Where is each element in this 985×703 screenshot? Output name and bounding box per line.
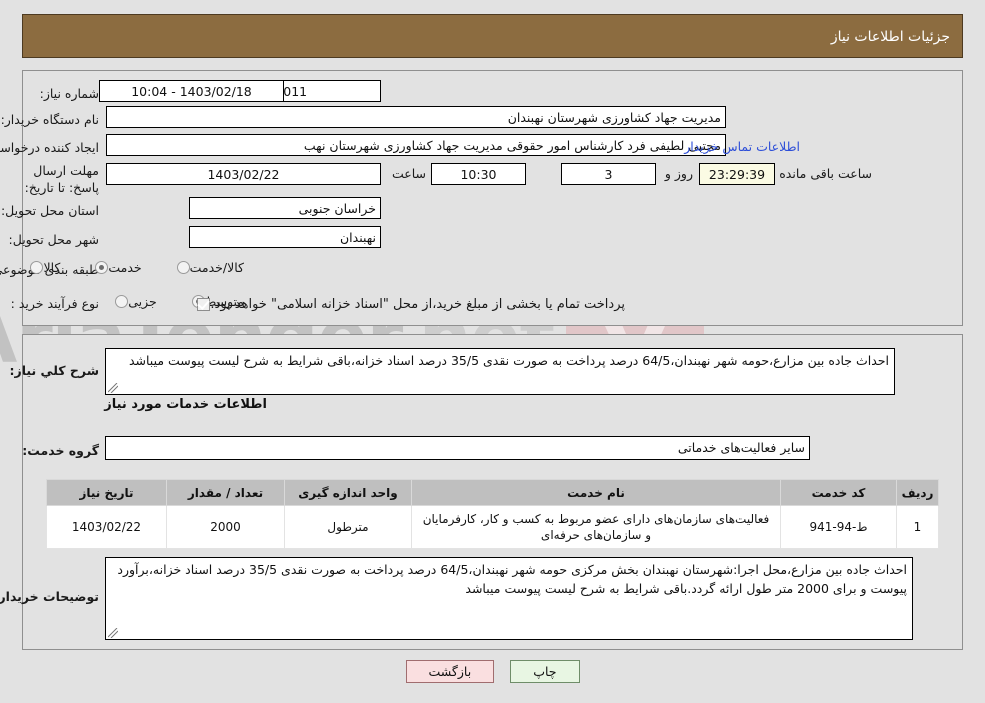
remaining-time-label: ساعت باقی مانده <box>779 166 872 181</box>
category-option-0[interactable]: کالا <box>30 260 67 275</box>
city-label: شهر محل تحویل: <box>8 232 99 247</box>
buyer-contact-link[interactable]: اطلاعات تماس خریدار <box>684 138 800 156</box>
deadline-hour-field: 10:30 <box>431 163 526 185</box>
buyer-org-field: مدیریت جهاد کشاورزی شهرستان نهبندان <box>106 106 726 128</box>
category-option-1[interactable]: خدمت <box>95 260 148 275</box>
resize-grip-icon[interactable] <box>108 628 118 638</box>
cell-unit: مترطول <box>284 505 412 549</box>
th-name: نام خدمت <box>411 479 781 506</box>
category-radio-2[interactable] <box>176 261 190 274</box>
process-label: نوع فرآیند خرید : <box>10 296 99 311</box>
print-button[interactable]: چاپ <box>510 660 580 683</box>
deadline-label: مهلت ارسال پاسخ: تا تاریخ: <box>24 163 99 195</box>
remaining-days-field: 3 <box>561 163 656 185</box>
requester-label: ایجاد کننده درخواست: <box>0 140 99 155</box>
action-button-bar: بازگشت چاپ <box>0 660 985 683</box>
resize-grip-icon[interactable] <box>108 383 118 393</box>
cell-code: ط-94-941 <box>780 505 897 549</box>
cell-name: فعالیت‌های سازمان‌های دارای عضو مربوط به… <box>411 505 781 549</box>
category-option-2[interactable]: کالا/خدمت <box>176 260 251 275</box>
page-root: AriaTender.net جزئیات اطلاعات نیاز شماره… <box>0 0 985 703</box>
buyer-notes-textarea[interactable]: احداث جاده بین مزارع،محل اجرا:شهرستان نه… <box>105 557 913 640</box>
th-code: کد خدمت <box>780 479 897 506</box>
deadline-hour-label: ساعت <box>391 166 426 181</box>
deadline-date-field: 1403/02/22 <box>106 163 381 185</box>
summary-label: شرح کلي نیاز: <box>9 363 99 378</box>
remaining-time-field: 23:29:39 <box>699 163 775 185</box>
category-label-2: کالا/خدمت <box>189 260 244 275</box>
service-group-label: گروه خدمت: <box>22 443 99 458</box>
process-label-0: جزیی <box>128 294 157 309</box>
cell-date: 1403/02/22 <box>46 505 167 549</box>
th-date: تاریخ نیاز <box>46 479 167 506</box>
category-radio-1[interactable] <box>95 261 109 274</box>
treasury-note-text: پرداخت تمام یا بخشی از مبلغ خرید،از محل … <box>210 297 625 312</box>
city-field: نهبندان <box>189 226 381 248</box>
cell-index: 1 <box>896 505 939 549</box>
back-button[interactable]: بازگشت <box>405 660 495 683</box>
province-field: خراسان جنوبی <box>189 197 381 219</box>
service-group-field: سایر فعالیت‌های خدماتی <box>105 436 810 460</box>
announce-datetime-field: 1403/02/18 - 10:04 <box>99 80 284 102</box>
process-radio-0[interactable] <box>115 295 129 308</box>
cell-quantity: 2000 <box>166 505 285 549</box>
table-row: 1 ط-94-941 فعالیت‌های سازمان‌های دارای ع… <box>46 505 939 549</box>
category-label-0: کالا <box>43 260 61 275</box>
table-header-row: ردیف کد خدمت نام خدمت واحد اندازه گیری ت… <box>46 479 939 506</box>
buyer-org-label: نام دستگاه خریدار: <box>0 112 99 127</box>
treasury-checkbox[interactable] <box>197 298 211 311</box>
th-index: ردیف <box>896 479 939 506</box>
summary-text: احداث جاده بین مزارع،حومه شهر نهبندان،64… <box>128 353 889 368</box>
page-title: جزئیات اطلاعات نیاز <box>830 29 950 45</box>
summary-textarea[interactable]: احداث جاده بین مزارع،حومه شهر نهبندان،64… <box>105 348 895 395</box>
buyer-notes-text: احداث جاده بین مزارع،محل اجرا:شهرستان نه… <box>117 562 907 596</box>
th-quantity: تعداد / مقدار <box>166 479 285 506</box>
remaining-days-label: روز و <box>664 166 693 181</box>
requester-field: مجتبی لطیفی فرد کارشناس امور حقوقی مدیری… <box>106 134 726 156</box>
page-header-bar: جزئیات اطلاعات نیاز <box>22 14 963 58</box>
category-radio-0[interactable] <box>30 261 44 274</box>
need-number-label: شماره نیاز: <box>39 86 99 101</box>
treasury-checkbox-row[interactable]: پرداخت تمام یا بخشی از مبلغ خرید،از محل … <box>197 296 634 314</box>
buyer-notes-label: توضیحات خریدار: <box>0 589 99 604</box>
province-label: استان محل تحویل: <box>0 203 99 218</box>
process-option-0[interactable]: جزیی <box>115 294 164 309</box>
services-table: ردیف کد خدمت نام خدمت واحد اندازه گیری ت… <box>46 479 939 549</box>
category-radio-group[interactable]: کالا خدمت کالا/خدمت <box>2 260 251 275</box>
category-label-1: خدمت <box>108 260 142 275</box>
th-unit: واحد اندازه گیری <box>284 479 412 506</box>
services-section-heading: اطلاعات خدمات مورد نیاز <box>104 397 267 412</box>
